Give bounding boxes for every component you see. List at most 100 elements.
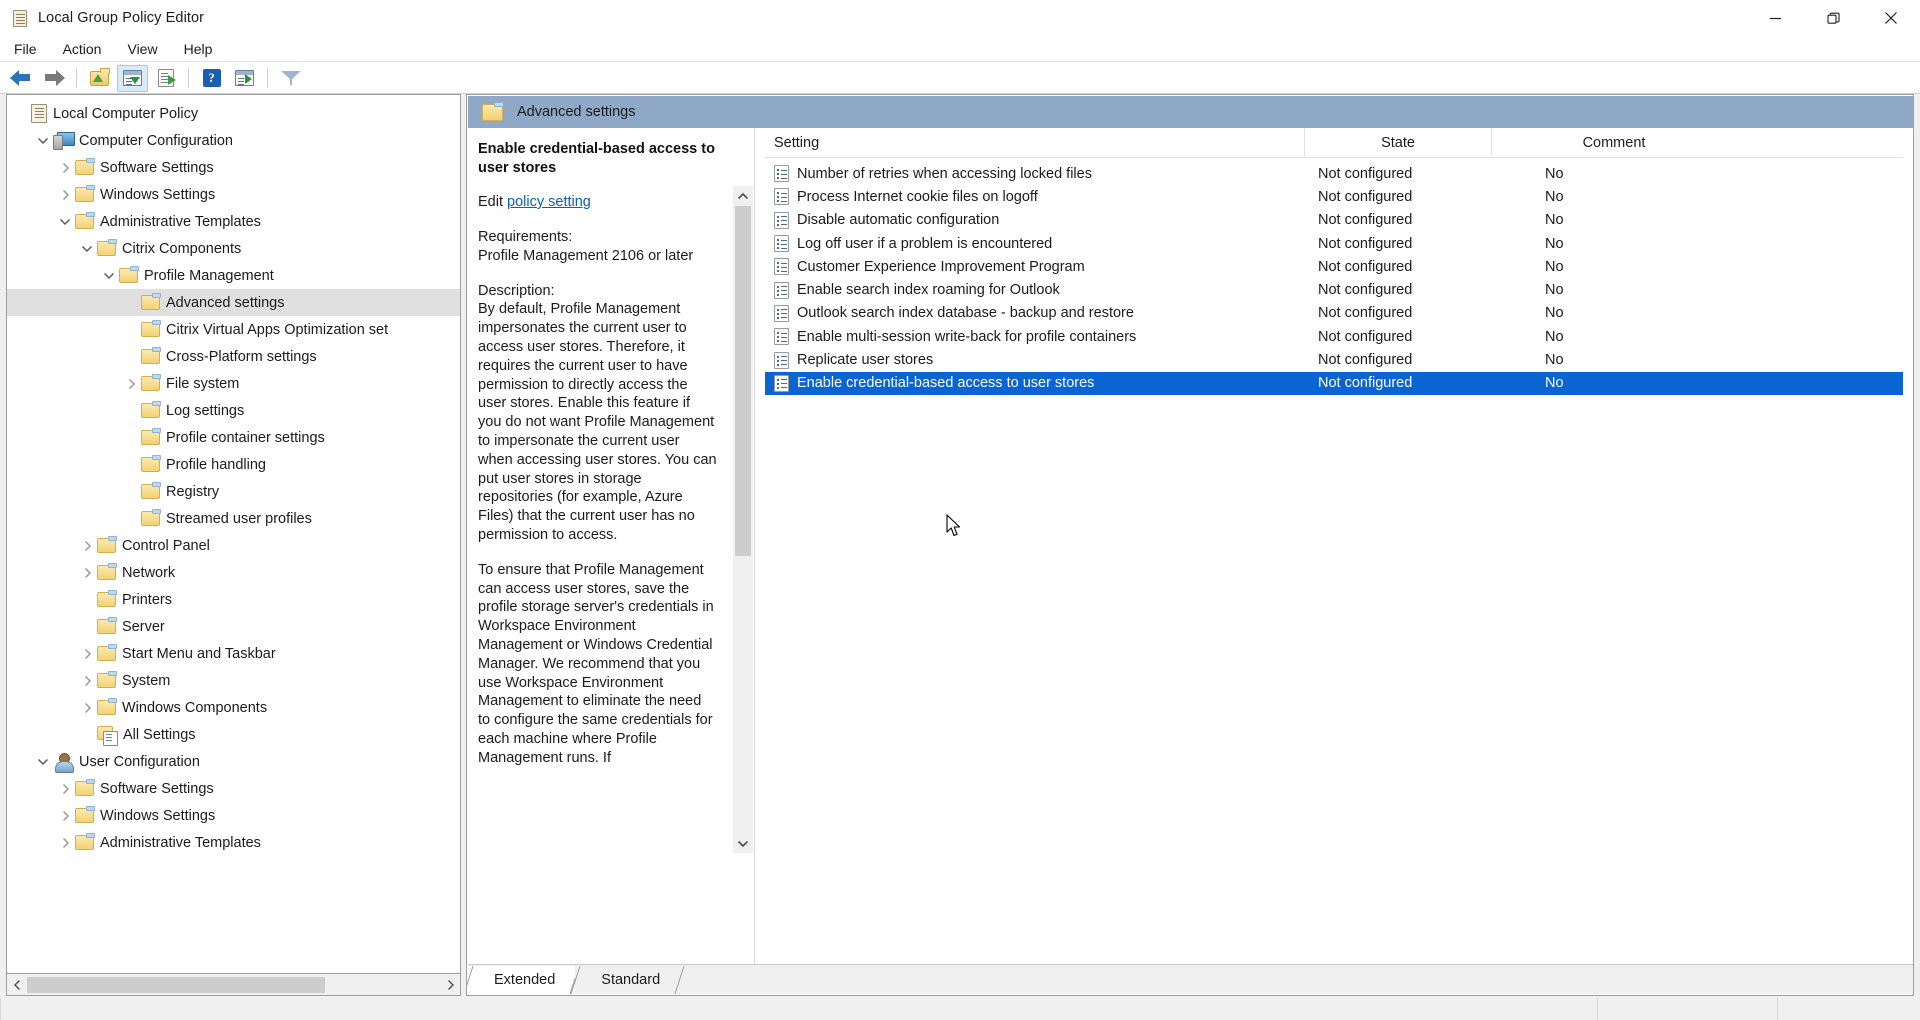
export-list-button[interactable] [150, 65, 181, 92]
chevron-right-icon[interactable] [55, 185, 75, 205]
chevron-right-icon[interactable] [121, 374, 141, 394]
tree-hscroll-thumb[interactable] [27, 976, 325, 993]
close-button[interactable] [1862, 0, 1920, 36]
tree-item-windows-settings[interactable]: Windows Settings [7, 802, 460, 829]
chevron-right-icon[interactable] [77, 671, 97, 691]
tree-item-advanced-settings[interactable]: Advanced settings [7, 289, 460, 316]
filter-button[interactable] [275, 65, 306, 92]
forward-button[interactable] [38, 65, 69, 92]
cell-setting: Customer Experience Improvement Program [765, 258, 1304, 276]
help-button[interactable]: ? [196, 65, 227, 92]
column-header-comment[interactable]: Comment [1491, 128, 1736, 158]
tree-item-software-settings[interactable]: Software Settings [7, 775, 460, 802]
cell-state: Not configured [1318, 212, 1413, 229]
tree-item-cross-platform-settings[interactable]: Cross-Platform settings [7, 343, 460, 370]
folder-up-icon [90, 67, 110, 86]
description-scroll-thumb[interactable] [735, 206, 751, 556]
table-row[interactable]: Customer Experience Improvement Program N… [765, 255, 1903, 278]
scroll-right-arrow-icon[interactable] [440, 975, 460, 995]
table-row[interactable]: Log off user if a problem is encountered… [765, 232, 1903, 255]
settings-list[interactable]: Setting State Comment Number of retries … [756, 128, 1912, 965]
chevron-right-icon[interactable] [77, 698, 97, 718]
chevron-right-icon[interactable] [55, 806, 75, 826]
tree-item-start-menu-and-taskbar[interactable]: Start Menu and Taskbar [7, 640, 460, 667]
menu-item-file[interactable]: File [2, 38, 49, 60]
scroll-left-arrow-icon[interactable] [7, 975, 27, 995]
tree-item-local-computer-policy[interactable]: Local Computer Policy [7, 100, 460, 127]
tree-item-control-panel[interactable]: Control Panel [7, 532, 460, 559]
table-row[interactable]: Replicate user stores Not configured No [765, 348, 1903, 371]
policy-setting-link[interactable]: policy setting [507, 194, 591, 210]
content-area: Local Computer Policy Computer Configurat… [0, 94, 1920, 1020]
tree-item-network[interactable]: Network [7, 559, 460, 586]
table-row[interactable]: Process Internet cookie files on logoff N… [765, 185, 1903, 208]
menu-item-action[interactable]: Action [51, 38, 114, 60]
computer-icon [53, 132, 75, 150]
chevron-right-icon[interactable] [55, 833, 75, 853]
tree-item-administrative-templates[interactable]: Administrative Templates [7, 829, 460, 856]
tree-item-citrix-components[interactable]: Citrix Components [7, 235, 460, 262]
chevron-right-icon[interactable] [77, 536, 97, 556]
tree-item-printers[interactable]: Printers [7, 586, 460, 613]
chevron-right-icon[interactable] [77, 563, 97, 583]
tree-item-registry[interactable]: Registry [7, 478, 460, 505]
policy-setting-icon [774, 281, 789, 299]
tree-scroll-area[interactable]: Local Computer Policy Computer Configurat… [7, 100, 460, 945]
tree-item-system[interactable]: System [7, 667, 460, 694]
tree-item-windows-components[interactable]: Windows Components [7, 694, 460, 721]
table-row[interactable]: Number of retries when accessing locked … [765, 162, 1903, 185]
tree-item-user-configuration[interactable]: User Configuration [7, 748, 460, 775]
tree-item-administrative-templates[interactable]: Administrative Templates [7, 208, 460, 235]
tree-item-profile-management[interactable]: Profile Management [7, 262, 460, 289]
back-button[interactable] [5, 65, 36, 92]
tree-hscroll-track[interactable] [27, 975, 440, 995]
chevron-down-icon[interactable] [33, 131, 53, 151]
tree-horizontal-scrollbar[interactable] [6, 974, 461, 996]
tree-item-log-settings[interactable]: Log settings [7, 397, 460, 424]
column-header-setting[interactable]: Setting [765, 128, 1304, 158]
tree-item-software-settings[interactable]: Software Settings [7, 154, 460, 181]
tree-item-profile-container-settings[interactable]: Profile container settings [7, 424, 460, 451]
chevron-right-icon[interactable] [55, 158, 75, 178]
table-row[interactable]: Enable multi-session write-back for prof… [765, 325, 1903, 348]
show-hide-action-pane-button[interactable] [229, 65, 260, 92]
folder-icon [119, 266, 139, 283]
folder-icon [75, 833, 95, 850]
chevron-down-icon[interactable] [33, 752, 53, 772]
scroll-up-arrow-icon[interactable] [733, 186, 753, 206]
chevron-down-icon[interactable] [77, 239, 97, 259]
tree-item-windows-settings[interactable]: Windows Settings [7, 181, 460, 208]
tree-item-all-settings[interactable]: All Settings [7, 721, 460, 748]
table-row[interactable]: Outlook search index database - backup a… [765, 302, 1903, 325]
description-vertical-scrollbar[interactable] [733, 186, 753, 853]
show-hide-console-tree-button[interactable] [117, 64, 148, 92]
up-one-level-button[interactable] [84, 65, 115, 92]
menu-item-view[interactable]: View [115, 38, 169, 60]
minimize-button[interactable] [1746, 0, 1804, 36]
console-tree-panel[interactable]: Local Computer Policy Computer Configurat… [6, 94, 461, 974]
tab-standard[interactable]: Standard [575, 966, 681, 994]
chevron-placeholder [77, 617, 97, 637]
table-row[interactable]: Enable credential-based access to user s… [765, 371, 1903, 395]
restore-button[interactable] [1804, 0, 1862, 36]
tree-item-computer-configuration[interactable]: Computer Configuration [7, 127, 460, 154]
chevron-down-icon[interactable] [55, 212, 75, 232]
table-row[interactable]: Enable search index roaming for Outlook N… [765, 278, 1903, 301]
tree-item-citrix-virtual-apps-optimization-set[interactable]: Citrix Virtual Apps Optimization set [7, 316, 460, 343]
table-row[interactable]: Disable automatic configuration Not confi… [765, 209, 1903, 232]
tab-extended[interactable]: Extended [468, 966, 576, 994]
filter-icon [280, 70, 301, 86]
tree-item-file-system[interactable]: File system [7, 370, 460, 397]
scroll-down-arrow-icon[interactable] [733, 833, 753, 853]
chevron-down-icon[interactable] [99, 266, 119, 286]
tree-item-profile-handling[interactable]: Profile handling [7, 451, 460, 478]
chevron-right-icon[interactable] [55, 779, 75, 799]
description-scroll-track[interactable] [733, 206, 753, 833]
menu-item-help[interactable]: Help [172, 38, 225, 60]
folder-icon [97, 239, 117, 256]
column-header-state[interactable]: State [1304, 128, 1491, 158]
settings-list-body[interactable]: Number of retries when accessing locked … [756, 158, 1912, 395]
chevron-right-icon[interactable] [77, 644, 97, 664]
tree-item-server[interactable]: Server [7, 613, 460, 640]
tree-item-streamed-user-profiles[interactable]: Streamed user profiles [7, 505, 460, 532]
